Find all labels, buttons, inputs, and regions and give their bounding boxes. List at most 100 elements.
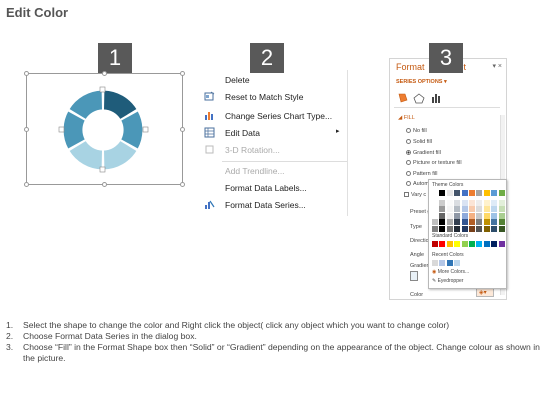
color-swatch[interactable] — [446, 206, 453, 213]
color-swatch[interactable] — [432, 199, 438, 206]
menu-item-reset-style[interactable]: Reset to Match Style — [200, 91, 350, 105]
color-swatch[interactable] — [432, 226, 438, 232]
color-swatch[interactable] — [439, 260, 446, 266]
color-swatch[interactable] — [491, 226, 498, 232]
resize-handle[interactable] — [180, 127, 185, 132]
color-swatch[interactable] — [469, 219, 475, 226]
resize-handle[interactable] — [24, 182, 29, 187]
color-swatch[interactable] — [476, 206, 483, 213]
color-swatch[interactable] — [469, 206, 475, 213]
menu-item-edit-data[interactable]: Edit Data ▸ — [200, 127, 350, 141]
color-swatch[interactable] — [439, 212, 446, 219]
color-swatch[interactable] — [461, 219, 468, 226]
color-swatch[interactable] — [439, 226, 446, 232]
color-swatch[interactable] — [439, 219, 446, 226]
color-swatch[interactable] — [454, 199, 461, 206]
more-colors-item[interactable]: ◉ More Colors... — [432, 269, 469, 275]
resize-handle[interactable] — [24, 127, 29, 132]
color-swatch[interactable] — [476, 226, 483, 232]
color-swatch[interactable] — [432, 260, 438, 266]
color-swatch[interactable] — [483, 241, 490, 247]
segment-selection-handle[interactable] — [142, 126, 149, 133]
series-options-dropdown[interactable]: SERIES OPTIONS ▾ — [396, 79, 447, 85]
radio-automatic[interactable]: Autom — [406, 181, 429, 187]
color-swatch[interactable] — [469, 241, 475, 247]
color-swatch[interactable] — [454, 190, 461, 196]
donut-chart[interactable] — [27, 74, 184, 186]
menu-item-format-data-labels[interactable]: Format Data Labels... — [200, 182, 350, 196]
color-swatch[interactable] — [498, 241, 505, 247]
color-swatch[interactable] — [446, 190, 453, 196]
menu-item-change-chart-type[interactable]: Change Series Chart Type... — [200, 110, 350, 124]
color-swatch[interactable] — [476, 241, 483, 247]
menu-item-delete[interactable]: Delete — [200, 74, 350, 88]
eyedropper-item[interactable]: ✎ Eyedropper — [432, 278, 463, 284]
color-swatch[interactable] — [498, 219, 505, 226]
radio-no-fill[interactable]: No fill — [406, 128, 427, 134]
color-swatch[interactable] — [461, 199, 468, 206]
color-swatch[interactable] — [432, 190, 438, 196]
color-swatch[interactable] — [469, 212, 475, 219]
color-swatch[interactable] — [491, 219, 498, 226]
color-swatch[interactable] — [439, 241, 446, 247]
color-swatch[interactable] — [454, 226, 461, 232]
fill-line-tab-icon[interactable] — [398, 93, 408, 103]
color-swatch[interactable] — [432, 206, 438, 213]
color-swatch[interactable] — [432, 212, 438, 219]
pane-close-button[interactable]: ▾ × — [492, 62, 502, 70]
color-swatch[interactable] — [476, 199, 483, 206]
segment-selection-handle[interactable] — [99, 86, 106, 93]
color-swatch[interactable] — [432, 241, 438, 247]
color-swatch[interactable] — [483, 199, 490, 206]
color-swatch[interactable] — [461, 212, 468, 219]
radio-pattern-fill[interactable]: Pattern fill — [406, 171, 437, 177]
color-swatch[interactable] — [454, 212, 461, 219]
color-swatch[interactable] — [439, 206, 446, 213]
color-swatch[interactable] — [483, 206, 490, 213]
color-swatch[interactable] — [498, 206, 505, 213]
color-swatch[interactable] — [498, 199, 505, 206]
radio-picture-fill[interactable]: Picture or texture fill — [406, 160, 462, 166]
color-swatch[interactable] — [446, 219, 453, 226]
color-swatch[interactable] — [454, 241, 461, 247]
color-swatch[interactable] — [461, 206, 468, 213]
color-swatch[interactable] — [483, 226, 490, 232]
color-swatch[interactable] — [483, 190, 490, 196]
color-swatch[interactable] — [476, 212, 483, 219]
color-swatch[interactable] — [469, 226, 475, 232]
color-swatch[interactable] — [461, 241, 468, 247]
color-swatch[interactable] — [491, 212, 498, 219]
color-swatch[interactable] — [446, 226, 453, 232]
resize-handle[interactable] — [102, 71, 107, 76]
series-options-tab-icon[interactable] — [432, 94, 440, 103]
color-swatch[interactable] — [491, 199, 498, 206]
color-swatch[interactable] — [498, 190, 505, 196]
color-swatch[interactable] — [483, 219, 490, 226]
segment-selection-handle[interactable] — [58, 126, 65, 133]
color-swatch[interactable] — [483, 212, 490, 219]
color-swatch[interactable] — [491, 206, 498, 213]
color-swatch[interactable] — [469, 199, 475, 206]
resize-handle[interactable] — [180, 71, 185, 76]
color-swatch[interactable] — [461, 190, 468, 196]
color-swatch[interactable] — [439, 199, 446, 206]
chart-selection-frame[interactable] — [24, 71, 185, 187]
resize-handle[interactable] — [24, 71, 29, 76]
color-swatch[interactable] — [446, 199, 453, 206]
effects-tab-icon[interactable] — [413, 93, 425, 104]
color-swatch[interactable] — [461, 226, 468, 232]
color-swatch[interactable] — [476, 219, 483, 226]
color-swatch[interactable] — [454, 260, 461, 266]
segment-selection-handle[interactable] — [99, 166, 106, 173]
vary-colors-checkbox[interactable]: Vary c — [404, 192, 426, 198]
resize-handle[interactable] — [102, 182, 107, 187]
color-swatch[interactable] — [454, 219, 461, 226]
fill-section-header[interactable]: ◢ FILL — [398, 115, 415, 121]
resize-handle[interactable] — [180, 182, 185, 187]
color-swatch[interactable] — [446, 241, 453, 247]
color-swatch[interactable] — [491, 241, 498, 247]
menu-item-format-data-series[interactable]: Format Data Series... — [200, 199, 350, 213]
color-swatch[interactable] — [469, 190, 475, 196]
color-swatch[interactable] — [476, 190, 483, 196]
color-swatch[interactable] — [446, 260, 453, 266]
